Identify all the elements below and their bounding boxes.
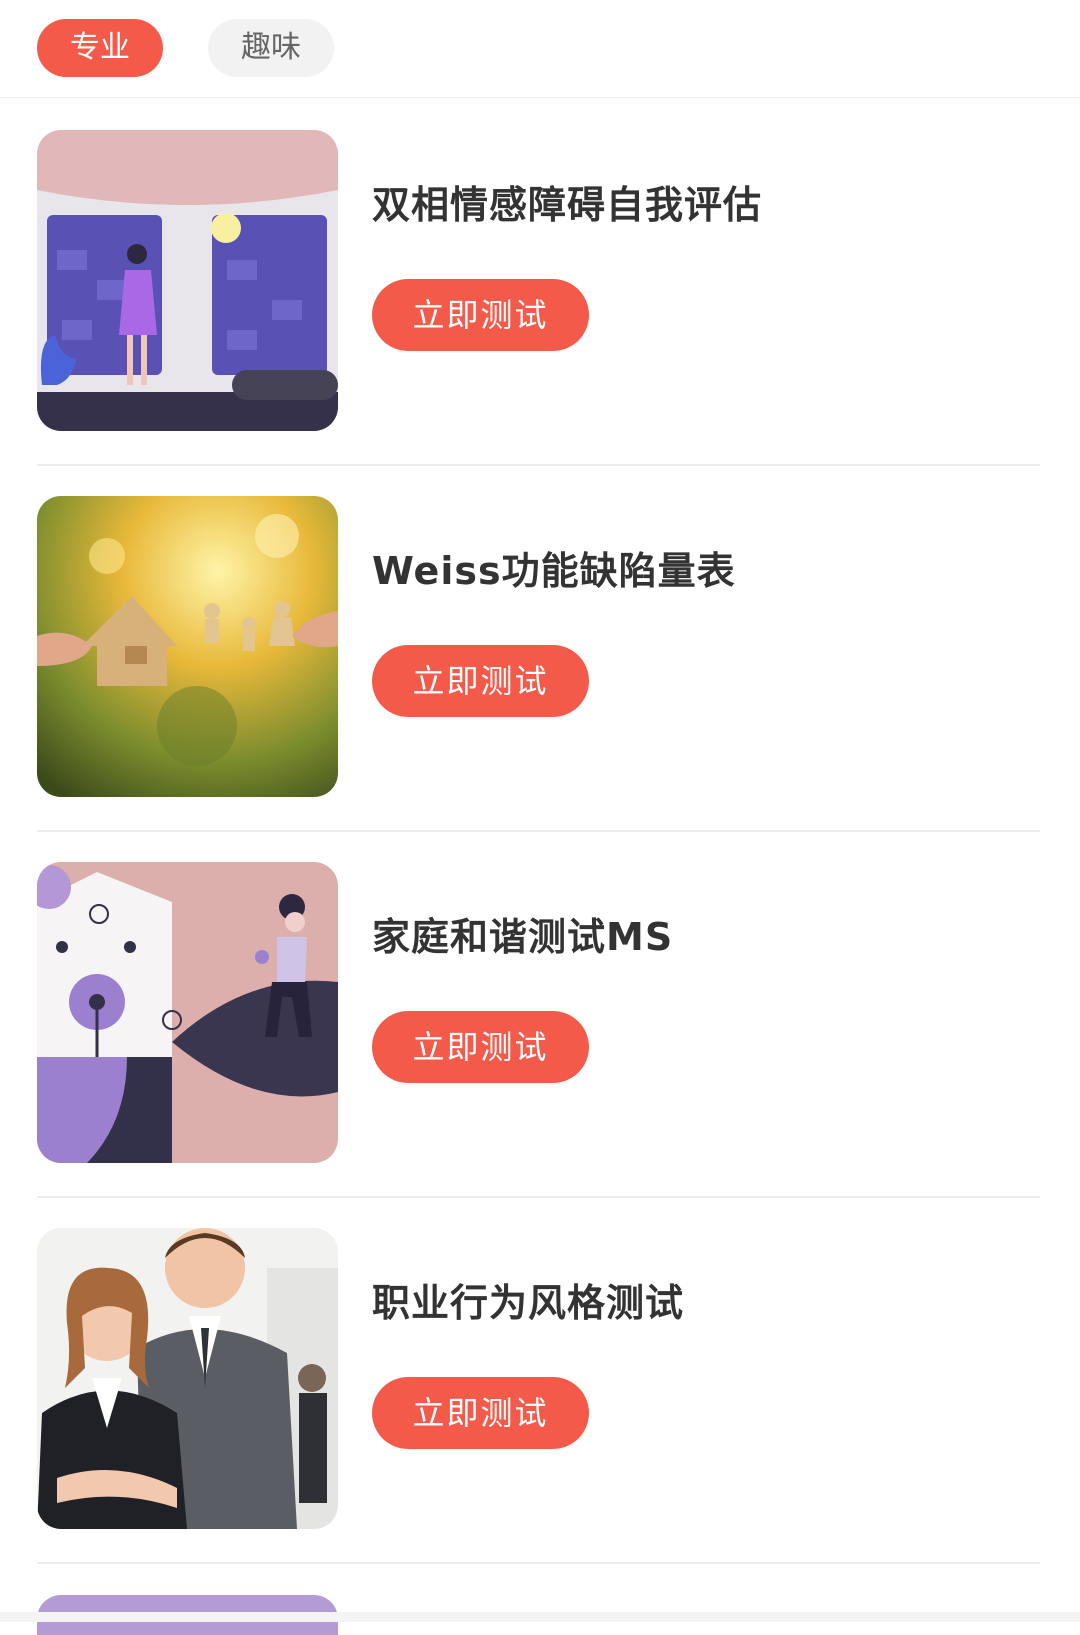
- test-thumbnail-image[interactable]: [37, 496, 338, 797]
- tab-fun[interactable]: 趣味: [208, 19, 334, 77]
- test-list-item[interactable]: 家庭和谐测试MS 立即测试: [0, 826, 1080, 1192]
- start-test-button[interactable]: 立即测试: [372, 279, 589, 351]
- start-test-button[interactable]: 立即测试: [372, 645, 589, 717]
- test-list-item[interactable]: Weiss功能缺陷量表 立即测试: [0, 460, 1080, 826]
- bottom-edge: [0, 1612, 1080, 1622]
- test-title: 职业行为风格测试: [372, 1281, 685, 1325]
- test-thumbnail-image[interactable]: [37, 130, 338, 431]
- test-list-item[interactable]: 双相情感障碍自我评估 立即测试: [0, 94, 1080, 460]
- start-test-button[interactable]: 立即测试: [372, 1377, 589, 1449]
- category-tabs: 专业 趣味: [0, 0, 1080, 98]
- test-title: 家庭和谐测试MS: [372, 915, 674, 959]
- tab-professional[interactable]: 专业: [37, 19, 163, 77]
- test-title: 双相情感障碍自我评估: [372, 183, 763, 227]
- test-title: Weiss功能缺陷量表: [372, 549, 736, 593]
- start-test-button[interactable]: 立即测试: [372, 1011, 589, 1083]
- test-thumbnail-image[interactable]: [37, 862, 338, 1163]
- test-list-item[interactable]: 职业行为风格测试 立即测试: [0, 1192, 1080, 1558]
- test-thumbnail-image[interactable]: [37, 1228, 338, 1529]
- divider: [37, 1562, 1040, 1564]
